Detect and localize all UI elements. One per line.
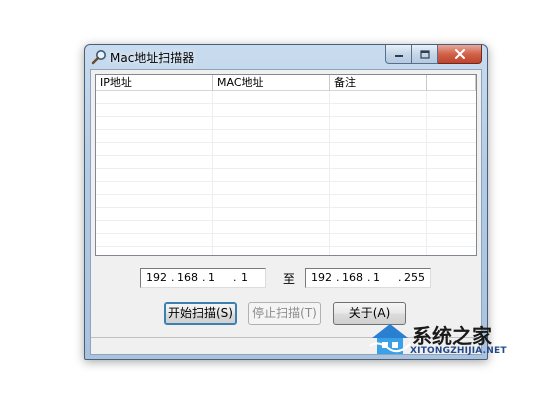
list-body[interactable] xyxy=(96,91,476,255)
maximize-button[interactable] xyxy=(412,45,438,64)
maximize-icon xyxy=(419,49,430,59)
window-title: Mac地址扫描器 xyxy=(110,51,195,65)
start-ip-field[interactable]: 192 . 168 . 1 . 1 xyxy=(140,268,266,288)
client-area: IP地址 MAC地址 备注 192 . 168 . 1 . 1 至 192 . … xyxy=(90,69,482,355)
octet-separator: . xyxy=(233,271,237,284)
end-ip-field[interactable]: 192 . 168 . 1 . 255 xyxy=(305,268,431,288)
start-ip-octet-3[interactable]: 1 xyxy=(208,269,215,287)
octet-separator: . xyxy=(336,271,340,284)
column-header-note[interactable]: 备注 xyxy=(330,75,427,91)
column-header-ip[interactable]: IP地址 xyxy=(96,75,213,91)
list-header: IP地址 MAC地址 备注 xyxy=(96,75,476,91)
mac-scanner-window: Mac地址扫描器 IP地址 MAC地址 备注 192 . 168 . 1 . 1… xyxy=(84,44,488,360)
range-to-label: 至 xyxy=(283,272,296,286)
watermark-url: XITONGZHIJIA.NET xyxy=(410,346,507,356)
watermark-text: 系统之家 xyxy=(412,324,492,348)
octet-separator: . xyxy=(367,271,371,284)
result-list[interactable]: IP地址 MAC地址 备注 xyxy=(95,74,477,256)
magnifier-icon xyxy=(91,50,106,65)
title-bar[interactable]: Mac地址扫描器 xyxy=(85,45,487,69)
site-watermark: 系统之家 XITONGZHIJIA.NET xyxy=(368,318,548,358)
column-header-mac[interactable]: MAC地址 xyxy=(213,75,330,91)
stop-scan-button[interactable]: 停止扫描(T) xyxy=(248,302,321,325)
close-icon xyxy=(454,49,465,59)
column-header-empty[interactable] xyxy=(427,75,476,91)
octet-separator: . xyxy=(202,271,206,284)
end-ip-octet-4[interactable]: 255 xyxy=(404,269,425,287)
start-scan-button[interactable]: 开始扫描(S) xyxy=(164,302,237,325)
end-ip-octet-2[interactable]: 168 xyxy=(342,269,363,287)
octet-separator: . xyxy=(171,271,175,284)
minimize-button[interactable] xyxy=(385,45,412,64)
end-ip-octet-3[interactable]: 1 xyxy=(373,269,380,287)
octet-separator: . xyxy=(398,271,402,284)
caption-buttons xyxy=(385,45,482,64)
start-ip-octet-1[interactable]: 192 xyxy=(146,269,167,287)
start-ip-octet-2[interactable]: 168 xyxy=(177,269,198,287)
start-ip-octet-4[interactable]: 1 xyxy=(241,269,248,287)
house-logo-icon xyxy=(369,324,411,354)
minimize-icon xyxy=(394,55,403,57)
close-button[interactable] xyxy=(438,45,482,64)
end-ip-octet-1[interactable]: 192 xyxy=(311,269,332,287)
